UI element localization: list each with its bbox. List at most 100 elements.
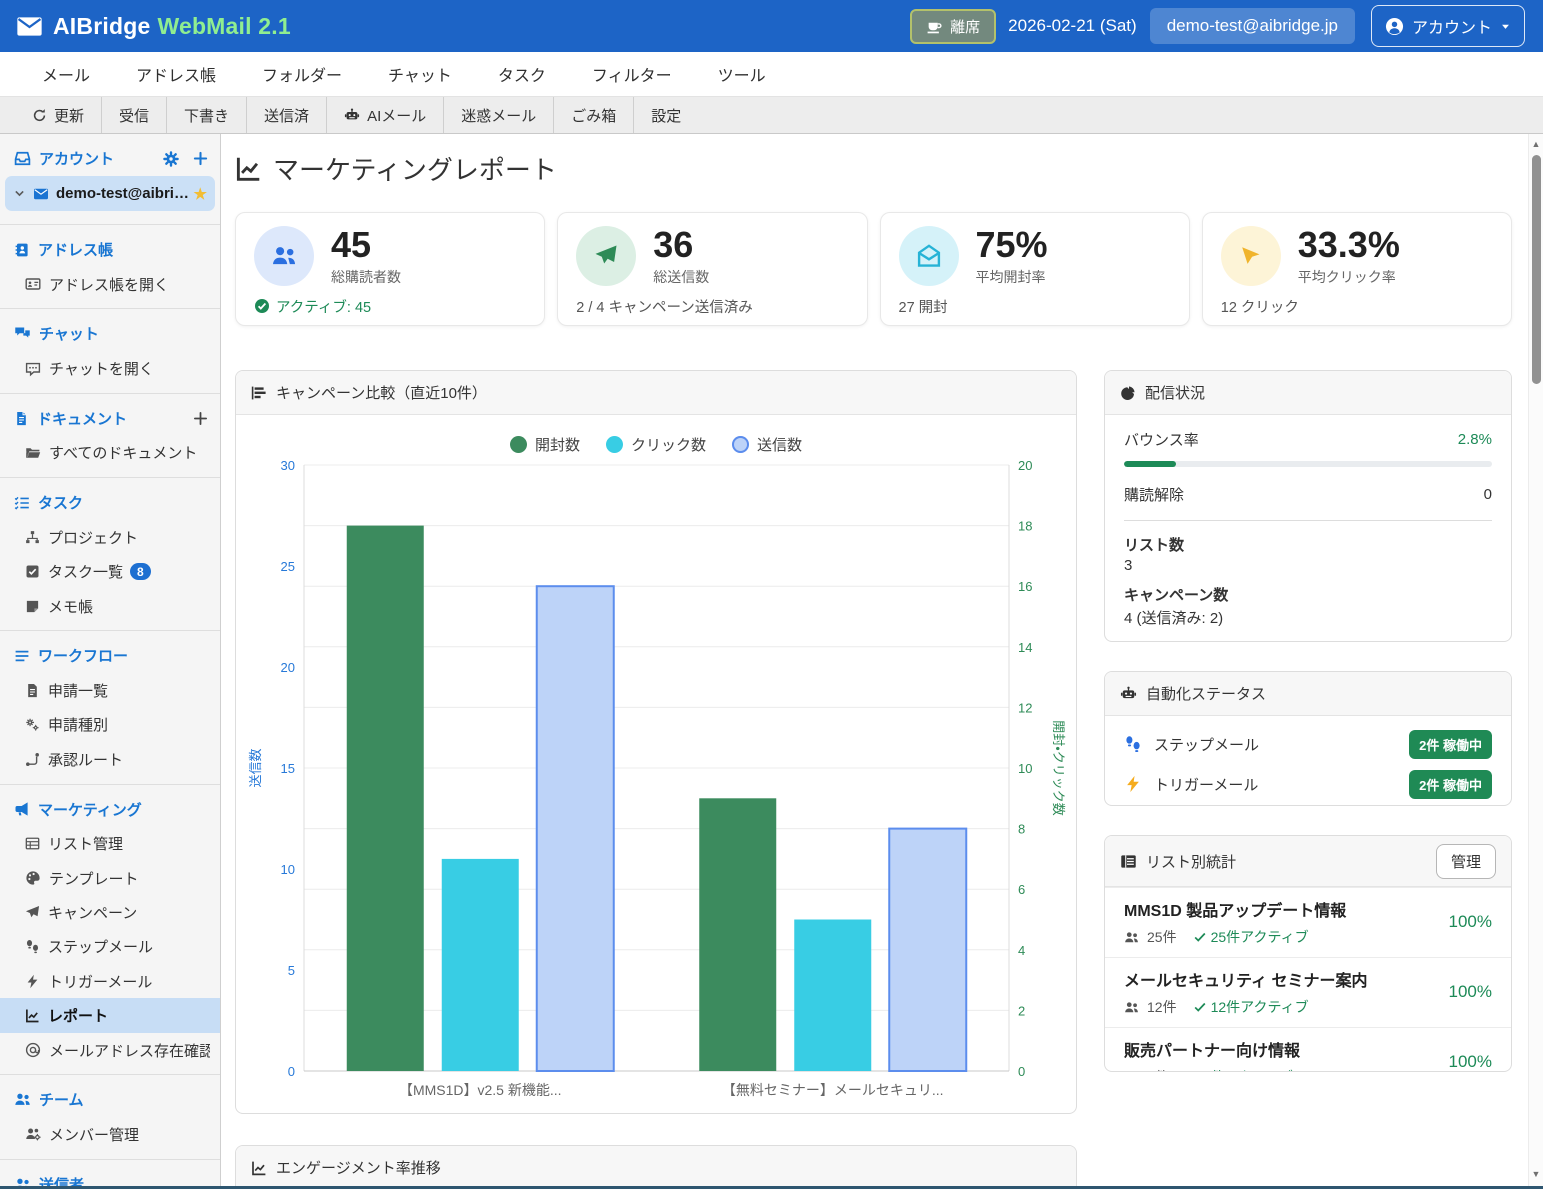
list-rate: 100% bbox=[1439, 912, 1492, 932]
sidebar-item-label: 承認ルート bbox=[48, 749, 123, 770]
gear-icon[interactable] bbox=[163, 151, 179, 167]
sidebar-item-reports[interactable]: レポート bbox=[0, 998, 220, 1032]
y-axis-tick-right: 8 bbox=[1018, 822, 1025, 837]
tab-address-book[interactable]: アドレス帳 bbox=[136, 62, 216, 86]
sent-button[interactable]: 送信済 bbox=[247, 97, 327, 133]
stat-footer-label: 27 開封 bbox=[899, 296, 948, 317]
refresh-label: 更新 bbox=[54, 105, 84, 126]
sidebar-item-open-addressbook[interactable]: アドレス帳を開く bbox=[0, 267, 220, 301]
sidebar-item-templates[interactable]: テンプレート bbox=[0, 861, 220, 895]
trigger-mail-label: トリガーメール bbox=[1154, 774, 1258, 795]
manage-button[interactable]: 管理 bbox=[1436, 844, 1496, 879]
page-title-label: マーケティングレポート bbox=[273, 150, 557, 187]
current-date: 2026-02-21 (Sat) bbox=[1008, 16, 1137, 36]
documents-section-header: ドキュメント bbox=[0, 401, 220, 436]
list-rate: 100% bbox=[1439, 982, 1492, 1002]
bar-クリック数[interactable] bbox=[442, 859, 519, 1071]
sidebar-item-approval-routes[interactable]: 承認ルート bbox=[0, 742, 220, 776]
tab-folders[interactable]: フォルダー bbox=[262, 62, 342, 86]
pie-chart-icon bbox=[1120, 385, 1136, 401]
bounce-rate-value: 2.8% bbox=[1458, 431, 1492, 448]
scroll-down-arrow[interactable]: ▼ bbox=[1529, 1169, 1543, 1179]
sidebar-item-label: ステップメール bbox=[48, 936, 153, 957]
sidebar-item-notes[interactable]: メモ帳 bbox=[0, 589, 220, 623]
account-button-label: アカウント bbox=[1412, 14, 1492, 38]
campaign-bar-chart: 02468101214161820051015202530送信数開封・クリック数… bbox=[236, 461, 1076, 1114]
ai-mail-button[interactable]: AIメール bbox=[327, 97, 444, 133]
list-rate: 100% bbox=[1439, 1052, 1492, 1072]
y-axis-tick-left: 10 bbox=[281, 862, 295, 877]
list-row-security-seminar: メールセキュリティ セミナー案内 12件 bbox=[1105, 957, 1511, 1027]
stat-footer: 2 / 4 キャンペーン送信済み bbox=[576, 296, 848, 317]
y-axis-tick-right: 16 bbox=[1018, 579, 1032, 594]
trash-button[interactable]: ごみ箱 bbox=[554, 97, 634, 133]
list-check-icon bbox=[14, 495, 30, 511]
bar-送信数[interactable] bbox=[537, 586, 614, 1071]
trigger-mail-badge: 2件 稼働中 bbox=[1409, 770, 1492, 799]
sidebar-item-list-management[interactable]: リスト管理 bbox=[0, 827, 220, 861]
sidebar-section-accounts: アカウント bbox=[0, 134, 220, 224]
sidebar-item-email-verification[interactable]: メールアドレス存在確認 bbox=[0, 1033, 220, 1067]
inbox-button[interactable]: 受信 bbox=[102, 97, 167, 133]
spam-button[interactable]: 迷惑メール bbox=[444, 97, 554, 133]
y-axis-tick-right: 6 bbox=[1018, 882, 1025, 897]
legend-item[interactable]: クリック数 bbox=[606, 434, 706, 455]
legend-dot bbox=[510, 436, 527, 453]
settings-label: 設定 bbox=[651, 105, 681, 126]
tab-tools[interactable]: ツール bbox=[718, 62, 766, 86]
sidebar-item-trigger-mail[interactable]: トリガーメール bbox=[0, 964, 220, 998]
sidebar-item-projects[interactable]: プロジェクト bbox=[0, 520, 220, 554]
bar-開封数[interactable] bbox=[347, 526, 424, 1071]
tab-tasks[interactable]: タスク bbox=[498, 62, 546, 86]
y-axis-tick-right: 18 bbox=[1018, 519, 1032, 534]
drafts-button[interactable]: 下書き bbox=[167, 97, 247, 133]
sidebar-item-request-types[interactable]: 申請種別 bbox=[0, 708, 220, 742]
scroll-up-arrow[interactable]: ▲ bbox=[1529, 139, 1543, 149]
senders-section-header: 送信者 bbox=[0, 1167, 220, 1186]
add-account-icon[interactable] bbox=[193, 151, 208, 166]
sidebar-item-step-mail[interactable]: ステップメール bbox=[0, 930, 220, 964]
workflow-header-label: ワークフロー bbox=[38, 645, 128, 666]
chat-bubble-icon bbox=[25, 361, 41, 377]
automation-row-step-mail: ステップメール 2件 稼働中 bbox=[1124, 724, 1492, 764]
stat-footer: 27 開封 bbox=[899, 296, 1171, 317]
add-document-icon[interactable] bbox=[193, 411, 208, 426]
stat-label: 平均開封率 bbox=[976, 267, 1048, 287]
sidebar-account-item[interactable]: demo-test@aibri… ★ bbox=[5, 176, 215, 211]
refresh-button[interactable]: 更新 bbox=[16, 97, 102, 133]
gears-icon bbox=[25, 717, 40, 732]
sidebar-item-request-list[interactable]: 申請一覧 bbox=[0, 673, 220, 707]
tab-chat[interactable]: チャット bbox=[388, 62, 452, 86]
scrollbar-thumb[interactable] bbox=[1532, 155, 1541, 384]
cursor-arrow-icon bbox=[1240, 245, 1262, 267]
bar-クリック数[interactable] bbox=[794, 920, 871, 1072]
sidebar-item-member-management[interactable]: メンバー管理 bbox=[0, 1117, 220, 1151]
away-button-label: 離席 bbox=[950, 16, 980, 37]
mail-toolbar: 更新 受信 下書き 送信済 AIメール 迷惑メール ごみ箱 bbox=[0, 97, 1543, 134]
sidebar-section-documents: ドキュメント すべてのドキュメント bbox=[0, 393, 220, 477]
campaigns-count-value: 4 (送信済み: 2) bbox=[1124, 607, 1492, 628]
bolt-icon bbox=[25, 974, 40, 989]
sidebar-item-task-list[interactable]: タスク一覧 8 bbox=[0, 555, 220, 589]
account-menu-button[interactable]: アカウント bbox=[1371, 5, 1525, 47]
spam-label: 迷惑メール bbox=[461, 105, 536, 126]
tab-mail[interactable]: メール bbox=[42, 62, 90, 86]
sidebar-item-open-chat[interactable]: チャットを開く bbox=[0, 351, 220, 385]
tab-filters[interactable]: フィルター bbox=[592, 62, 672, 86]
chat-header-label: チャット bbox=[39, 323, 99, 344]
sidebar-item-all-documents[interactable]: すべてのドキュメント bbox=[0, 436, 220, 470]
bar-開封数[interactable] bbox=[699, 798, 776, 1071]
legend-item[interactable]: 送信数 bbox=[732, 434, 802, 455]
bar-送信数[interactable] bbox=[889, 829, 966, 1071]
away-status-button[interactable]: 離席 bbox=[910, 9, 996, 44]
sidebar-item-label: キャンペーン bbox=[48, 902, 137, 923]
stat-card-click-rate: 33.3% 平均クリック率 12 クリック bbox=[1202, 212, 1512, 326]
stat-footer-label: 2 / 4 キャンペーン送信済み bbox=[576, 296, 753, 317]
y-axis-tick-right: 12 bbox=[1018, 700, 1032, 715]
settings-button[interactable]: 設定 bbox=[634, 97, 698, 133]
envelope-icon bbox=[33, 186, 49, 202]
vertical-scrollbar[interactable]: ▲ ▼ bbox=[1528, 134, 1543, 1186]
sidebar-item-campaigns[interactable]: キャンペーン bbox=[0, 895, 220, 929]
legend-item[interactable]: 開封数 bbox=[510, 434, 580, 455]
chart-line-icon bbox=[25, 1008, 40, 1023]
